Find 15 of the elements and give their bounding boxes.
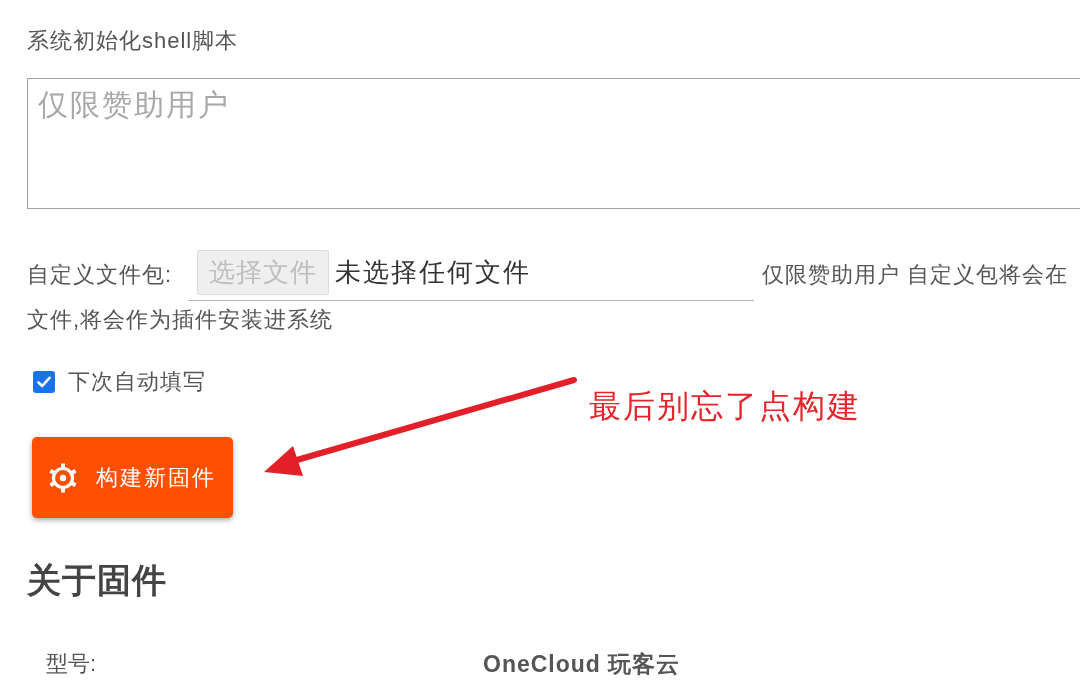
file-status: 未选择任何文件 bbox=[335, 256, 531, 289]
section-heading: 关于固件 bbox=[27, 560, 167, 601]
field-label: 系统初始化shell脚本 bbox=[27, 27, 239, 55]
info-label: 型号: bbox=[46, 650, 98, 678]
annotation-text: 最后别忘了点构建 bbox=[589, 387, 861, 426]
build-firmware-button[interactable]: 构建新固件 bbox=[32, 437, 233, 518]
field-label: 自定义文件包: bbox=[27, 261, 174, 289]
note-text: 仅限赞助用户 自定义包将会在 bbox=[762, 261, 1069, 289]
checkmark-icon bbox=[37, 376, 51, 388]
checkbox-label: 下次自动填写 bbox=[68, 368, 206, 396]
checkbox[interactable] bbox=[33, 371, 55, 393]
info-value: OneCloud 玩客云 bbox=[483, 650, 681, 678]
note-text: 文件,将会作为插件安装进系统 bbox=[27, 306, 334, 334]
script-input[interactable]: 仅限赞助用户 bbox=[27, 78, 1080, 209]
gear-icon bbox=[48, 462, 78, 493]
